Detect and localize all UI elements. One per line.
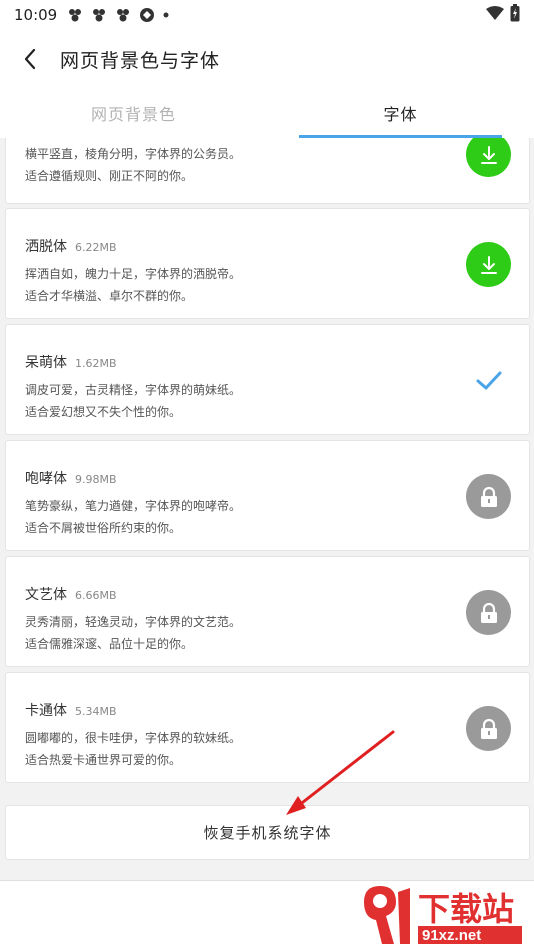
font-card[interactable]: 呆萌体 1.62MB 调皮可爱，古灵精怪，字体界的萌妹纸。 适合爱幻想又不失个性… bbox=[5, 324, 530, 435]
app-bar: 网页背景色与字体 bbox=[0, 30, 534, 88]
font-size: 5.34MB bbox=[75, 705, 117, 718]
font-name: 文艺体 bbox=[25, 587, 67, 603]
font-size: 6.66MB bbox=[75, 589, 117, 602]
watermark-logo: 下载站 91xz.net bbox=[358, 882, 528, 948]
font-name: 咆哮体 bbox=[25, 471, 67, 487]
chevron-left-icon bbox=[24, 48, 36, 70]
font-description: 圆嘟嘟的，很卡哇伊，字体界的软妹纸。 适合热爱卡通世界可爱的你。 bbox=[25, 731, 242, 767]
lock-icon bbox=[480, 486, 497, 507]
battery-charging-icon bbox=[510, 4, 520, 26]
notification-icon bbox=[91, 7, 107, 23]
back-button[interactable] bbox=[0, 30, 60, 88]
checkmark-icon bbox=[476, 371, 501, 389]
app-icon bbox=[139, 7, 155, 23]
download-icon bbox=[480, 145, 497, 164]
tab-bar: 网页背景色 字体 bbox=[0, 88, 534, 138]
font-card[interactable]: 文艺体 6.66MB 灵秀清丽，轻逸灵动，字体界的文艺范。 适合儒雅深邃、品位十… bbox=[5, 556, 530, 667]
bottom-area: 下载站 91xz.net bbox=[0, 880, 534, 950]
font-card[interactable]: 横平竖直，棱角分明，字体界的公务员。 适合遵循规则、刚正不阿的你。 bbox=[5, 138, 530, 204]
locked-button[interactable] bbox=[466, 706, 511, 751]
font-card[interactable]: 咆哮体 9.98MB 笔势豪纵，笔力遒健，字体界的咆哮帝。 适合不屑被世俗所约束… bbox=[5, 440, 530, 551]
font-size: 6.22MB bbox=[75, 241, 117, 254]
lock-icon bbox=[480, 718, 497, 739]
locked-button[interactable] bbox=[466, 474, 511, 519]
wifi-icon bbox=[486, 6, 504, 24]
font-description: 调皮可爱，古灵精怪，字体界的萌妹纸。 适合爱幻想又不失个性的你。 bbox=[25, 383, 242, 419]
restore-system-font-button[interactable]: 恢复手机系统字体 bbox=[5, 805, 530, 860]
watermark-sub-text: 91xz.net bbox=[422, 927, 481, 944]
status-bar: 10:09 bbox=[0, 0, 534, 30]
font-card[interactable]: 洒脱体 6.22MB 挥洒自如，魄力十足，字体界的洒脱帝。 适合才华横溢、卓尔不… bbox=[5, 208, 530, 319]
font-size: 9.98MB bbox=[75, 473, 117, 486]
watermark-main-text: 下载站 bbox=[418, 891, 514, 927]
tab-background-color[interactable]: 网页背景色 bbox=[0, 88, 267, 138]
font-size: 1.62MB bbox=[75, 357, 117, 370]
selected-indicator bbox=[466, 358, 511, 403]
dot-icon bbox=[163, 12, 169, 18]
notification-icon bbox=[67, 7, 83, 23]
font-description: 横平竖直，棱角分明，字体界的公务员。 适合遵循规则、刚正不阿的你。 bbox=[25, 147, 242, 183]
download-icon bbox=[480, 255, 497, 274]
lock-icon bbox=[480, 602, 497, 623]
page-title: 网页背景色与字体 bbox=[60, 49, 221, 72]
locked-button[interactable] bbox=[466, 590, 511, 635]
font-name: 洒脱体 bbox=[25, 239, 67, 255]
tab-font[interactable]: 字体 bbox=[267, 88, 534, 138]
download-button[interactable] bbox=[466, 242, 511, 287]
download-button[interactable] bbox=[466, 138, 511, 177]
status-time: 10:09 bbox=[14, 6, 58, 24]
font-list[interactable]: 横平竖直，棱角分明，字体界的公务员。 适合遵循规则、刚正不阿的你。 洒脱体 6.… bbox=[0, 138, 534, 880]
font-description: 挥洒自如，魄力十足，字体界的洒脱帝。 适合才华横溢、卓尔不群的你。 bbox=[25, 267, 242, 303]
font-description: 灵秀清丽，轻逸灵动，字体界的文艺范。 适合儒雅深邃、品位十足的你。 bbox=[25, 615, 242, 651]
font-description: 笔势豪纵，笔力遒健，字体界的咆哮帝。 适合不屑被世俗所约束的你。 bbox=[25, 499, 242, 535]
font-name: 卡通体 bbox=[25, 703, 67, 719]
font-name: 呆萌体 bbox=[25, 355, 67, 371]
font-card[interactable]: 卡通体 5.34MB 圆嘟嘟的，很卡哇伊，字体界的软妹纸。 适合热爱卡通世界可爱… bbox=[5, 672, 530, 783]
notification-icon bbox=[115, 7, 131, 23]
